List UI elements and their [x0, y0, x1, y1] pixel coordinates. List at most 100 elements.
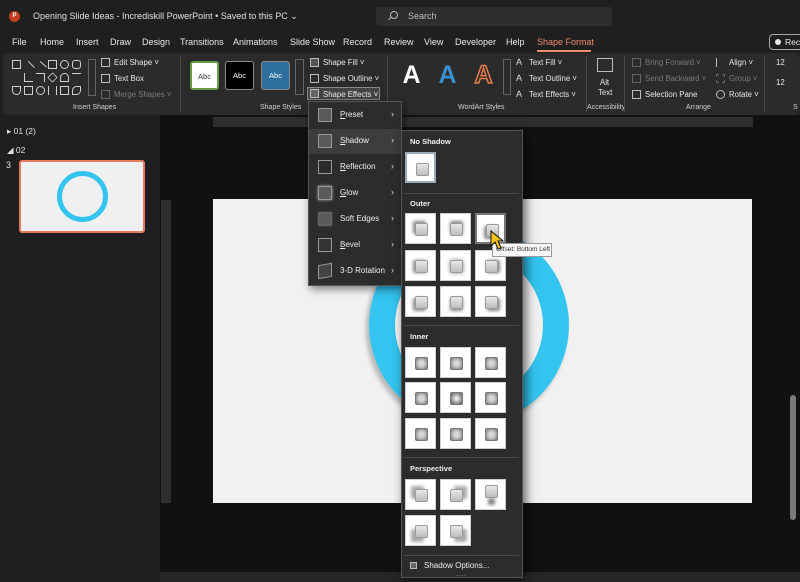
menu-item-soft-edges[interactable]: Soft Edges ›: [309, 207, 401, 232]
shape-width-field[interactable]: 12: [776, 78, 785, 87]
merge-shapes-button[interactable]: Merge Shapes ˅: [114, 90, 171, 99]
shape-outline-icon: [310, 74, 319, 83]
shape-effects-button[interactable]: Shape Effects ˅: [323, 90, 378, 99]
inner-shadow-option[interactable]: [405, 418, 436, 449]
tab-file[interactable]: File: [12, 37, 27, 47]
shape-style-blue[interactable]: Abc: [261, 61, 290, 90]
square-shape-icon[interactable]: [48, 60, 57, 69]
group-button[interactable]: Group ˅: [729, 74, 757, 83]
selection-pane-button[interactable]: Selection Pane: [645, 90, 697, 99]
arrow-shape-icon[interactable]: [34, 60, 48, 74]
oval-shape-icon[interactable]: [60, 60, 69, 69]
perspective-shadow-option[interactable]: [405, 515, 436, 546]
align-button[interactable]: Align ˅: [729, 58, 753, 67]
wordart-more[interactable]: [503, 59, 511, 95]
wordart-style-white[interactable]: A: [398, 60, 425, 90]
tab-shape-format[interactable]: Shape Format: [537, 37, 594, 47]
tab-home[interactable]: Home: [40, 37, 64, 47]
wordart-style-blue[interactable]: A: [434, 60, 461, 90]
circle-shape-icon[interactable]: [36, 86, 45, 95]
perspective-shadow-option[interactable]: [405, 479, 436, 510]
shapes-gallery-scroll[interactable]: [88, 59, 96, 96]
text-shape-icon[interactable]: [24, 86, 33, 95]
menu-item-bevel[interactable]: Bevel ›: [309, 233, 401, 258]
shape-style-white[interactable]: Abc: [190, 61, 219, 90]
outer-shadow-option[interactable]: [405, 286, 436, 317]
rounded-rect-shape-icon[interactable]: [72, 60, 81, 69]
outer-shadow-option[interactable]: [440, 250, 471, 281]
inner-shadow-option[interactable]: [475, 382, 506, 413]
elbow-arrow-icon[interactable]: [36, 73, 45, 82]
shadow-options-button[interactable]: Shadow Options...: [424, 561, 489, 570]
menu-item-glow[interactable]: Glow ›: [309, 181, 401, 206]
document-title[interactable]: Opening Slide Ideas - Incrediskill Power…: [33, 11, 298, 22]
shape-outline-button[interactable]: Shape Outline ˅: [323, 74, 379, 83]
text-effects-button[interactable]: Text Effects ˅: [529, 90, 576, 99]
inner-shadow-option[interactable]: [440, 382, 471, 413]
diamond-shape-icon[interactable]: [47, 72, 58, 83]
vertical-ruler[interactable]: [161, 200, 171, 503]
tab-draw[interactable]: Draw: [110, 37, 131, 47]
wordart-style-orange[interactable]: A: [470, 60, 497, 90]
tab-review[interactable]: Review: [384, 37, 414, 47]
menu-item-shadow[interactable]: Shadow ›: [309, 129, 401, 154]
outer-shadow-option[interactable]: [405, 213, 436, 244]
tab-animations[interactable]: Animations: [233, 37, 278, 47]
inner-shadow-option[interactable]: [405, 382, 436, 413]
tab-view[interactable]: View: [424, 37, 443, 47]
menu-resize-handle[interactable]: .....: [456, 571, 466, 578]
leaf-shape-icon[interactable]: [72, 86, 81, 95]
line-shape-icon[interactable]: [22, 60, 35, 74]
perspective-shadow-option[interactable]: [440, 515, 471, 546]
send-backward-button[interactable]: Send Backward ˅: [645, 74, 706, 83]
rotate-button[interactable]: Rotate ˅: [729, 90, 759, 99]
text-box-button[interactable]: Text Box: [114, 74, 144, 83]
perspective-shadow-option[interactable]: [440, 479, 471, 510]
arrow-right-shape-icon[interactable]: [72, 73, 81, 82]
menu-item-preset[interactable]: Preset ›: [309, 103, 401, 128]
outer-shadow-option[interactable]: [405, 250, 436, 281]
ribbon-separator: [764, 56, 765, 112]
inner-shadow-option[interactable]: [475, 418, 506, 449]
shape-height-field[interactable]: 12: [776, 58, 785, 67]
tab-record[interactable]: Record: [343, 37, 372, 47]
bring-forward-button[interactable]: Bring Forward ˅: [645, 58, 701, 67]
inner-shadow-option[interactable]: [440, 347, 471, 378]
outer-shadow-option[interactable]: [475, 286, 506, 317]
tab-developer[interactable]: Developer: [455, 37, 496, 47]
brace-shape-icon[interactable]: [12, 86, 21, 95]
triangle-shape-icon[interactable]: [12, 73, 22, 82]
section-header-2[interactable]: ◢ 02: [7, 145, 25, 156]
shape-styles-more[interactable]: [295, 59, 304, 95]
alt-text-button-line2[interactable]: Text: [598, 88, 612, 97]
text-fill-button[interactable]: Text Fill ˅: [529, 58, 562, 67]
scrollbar-thumb[interactable]: [790, 395, 796, 520]
horizontal-ruler[interactable]: [213, 117, 753, 127]
rectangle-shape-icon[interactable]: [12, 60, 21, 69]
text-outline-button[interactable]: Text Outline ˅: [529, 74, 577, 83]
tab-insert[interactable]: Insert: [76, 37, 99, 47]
tab-help[interactable]: Help: [506, 37, 525, 47]
shape-fill-button[interactable]: Shape Fill ˅: [323, 58, 364, 67]
tab-design[interactable]: Design: [142, 37, 170, 47]
inner-shadow-option[interactable]: [405, 347, 436, 378]
tab-transitions[interactable]: Transitions: [180, 37, 224, 47]
star-shape-icon[interactable]: [60, 86, 69, 95]
tab-slide-show[interactable]: Slide Show: [290, 37, 335, 47]
outer-shadow-option[interactable]: [440, 286, 471, 317]
curve-shape-icon[interactable]: [60, 73, 69, 82]
alt-text-button-line1[interactable]: Alt: [600, 78, 609, 87]
outer-shadow-option[interactable]: [440, 213, 471, 244]
shapes-gallery[interactable]: [10, 58, 86, 98]
inner-shadow-option[interactable]: [440, 418, 471, 449]
perspective-shadow-option[interactable]: [475, 479, 506, 510]
menu-item-3d-rotation[interactable]: 3-D Rotation ›: [309, 259, 401, 284]
shape-style-black[interactable]: Abc: [225, 61, 254, 90]
bracket-shape-icon[interactable]: [48, 86, 57, 95]
elbow-connector-icon[interactable]: [24, 73, 33, 82]
menu-item-reflection[interactable]: Reflection ›: [309, 155, 401, 180]
shadow-none-option[interactable]: [405, 152, 436, 183]
section-header-1[interactable]: ▸ 01 (2): [7, 126, 36, 137]
edit-shape-button[interactable]: Edit Shape ˅: [114, 58, 159, 67]
inner-shadow-option[interactable]: [475, 347, 506, 378]
